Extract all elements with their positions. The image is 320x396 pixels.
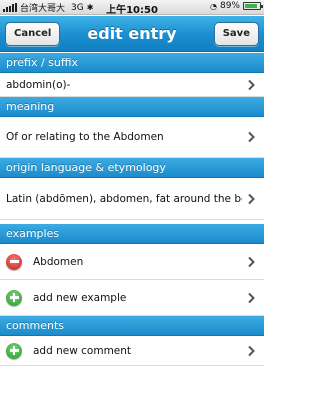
example-row[interactable]: Abdomen: [0, 244, 264, 280]
origin-row[interactable]: Latin (abdōmen), abdomen, fat around the…: [0, 178, 264, 220]
status-right: ◔ 89%: [210, 1, 263, 11]
section-header-meaning: meaning: [0, 97, 264, 117]
section-header-comments: comments: [0, 316, 264, 336]
chevron-right-icon: [248, 345, 255, 356]
add-example-label: add new example: [33, 291, 127, 304]
chevron-right-icon: [248, 193, 255, 204]
chevron-right-icon: [248, 256, 255, 267]
battery-percent: 89%: [219, 1, 240, 11]
add-icon[interactable]: [6, 289, 22, 306]
battery-fill: [245, 4, 258, 8]
signal-icon: [3, 3, 17, 12]
section-header-examples: examples: [0, 224, 264, 244]
add-comment-label: add new comment: [33, 344, 132, 357]
navigation-bar: edit entry Cancel Save: [0, 16, 264, 52]
prefix-value: abdomin(o)-: [6, 78, 71, 91]
section-header-prefix: prefix / suffix: [0, 53, 264, 73]
chevron-right-icon: [248, 79, 255, 90]
add-icon[interactable]: [6, 342, 22, 359]
delete-icon[interactable]: [6, 253, 22, 270]
example-label: Abdomen: [33, 255, 84, 268]
section-header-origin: origin language & etymology: [0, 158, 264, 178]
meaning-value: Of or relating to the Abdomen: [6, 131, 164, 143]
chevron-right-icon: [248, 131, 255, 143]
add-example-row[interactable]: add new example: [0, 280, 264, 316]
meaning-row[interactable]: Of or relating to the Abdomen: [0, 117, 264, 158]
battery-icon: [243, 2, 263, 10]
add-comment-row[interactable]: add new comment: [0, 336, 264, 366]
status-bar: 台湾大哥大 3G ✱ 上午10:50 ◔ 89%: [0, 0, 264, 16]
chevron-right-icon: [248, 292, 255, 303]
origin-value: Latin (abdōmen), abdomen, fat around the…: [6, 192, 242, 205]
cancel-button[interactable]: Cancel: [5, 22, 61, 46]
status-left: 台湾大哥大 3G ✱: [3, 1, 93, 14]
save-button[interactable]: Save: [213, 22, 259, 46]
network-type: 3G: [71, 2, 84, 13]
lock-icon: ◔: [210, 1, 217, 11]
carrier-name: 台湾大哥大: [20, 4, 66, 14]
edit-form: prefix / suffix abdomin(o)- meaning Of o…: [0, 53, 264, 366]
prefix-row[interactable]: abdomin(o)-: [0, 73, 264, 97]
activity-icon: ✱: [86, 3, 94, 12]
